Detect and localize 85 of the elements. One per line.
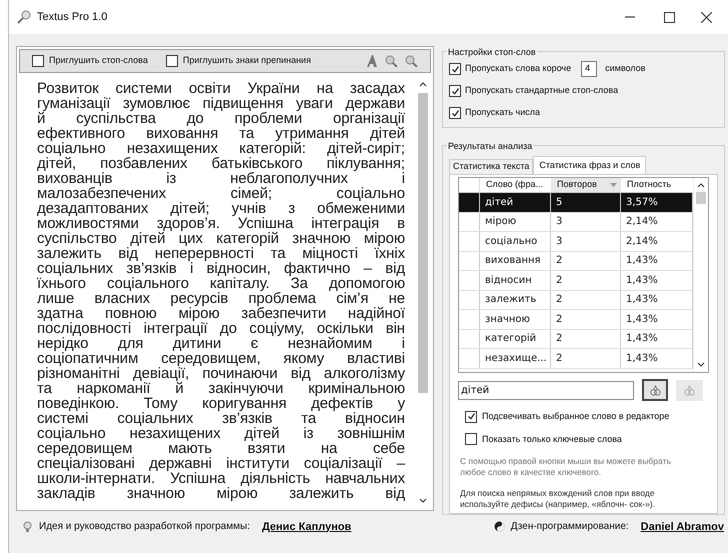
find-button[interactable] bbox=[642, 379, 668, 401]
scroll-up-icon[interactable] bbox=[696, 182, 704, 188]
credit-label: Идея и руководство разработкой программы: bbox=[39, 520, 250, 534]
checkbox[interactable] bbox=[32, 55, 44, 67]
tab[interactable]: Статистика текста bbox=[449, 159, 534, 174]
units-label: символов bbox=[605, 62, 646, 76]
maximize-icon[interactable] bbox=[664, 12, 675, 22]
table-cell: 1,43% bbox=[621, 349, 693, 368]
sort-arrow-icon bbox=[610, 183, 617, 187]
table-cell: 1,43% bbox=[621, 290, 693, 309]
checkbox[interactable] bbox=[465, 410, 477, 423]
table-row[interactable]: категорій 2 1,43% bbox=[459, 330, 693, 349]
scroll-thumb[interactable] bbox=[696, 192, 706, 204]
scroll-down-icon[interactable] bbox=[696, 362, 704, 368]
table-cell: дітей bbox=[480, 193, 551, 212]
table-row[interactable]: соціально 3 2,14% bbox=[459, 232, 693, 252]
table-row[interactable]: залежить 2 1,43% bbox=[459, 290, 693, 310]
rings-icon bbox=[648, 384, 662, 396]
table-cell: 1,43% bbox=[621, 252, 693, 270]
table-cell: 1,43% bbox=[621, 271, 693, 290]
table-cell: 3 bbox=[551, 212, 621, 231]
checkbox[interactable] bbox=[449, 85, 461, 97]
table-cell: відносин bbox=[480, 271, 551, 290]
table-cell: значною bbox=[480, 310, 551, 328]
hint-text: С помощью правой кнопки мыши вы можете выбрать любое слово в качестве ключевого. bbox=[459, 456, 672, 478]
checkbox-label[interactable]: Приглушить знаки препинания bbox=[182, 54, 311, 68]
close-icon[interactable] bbox=[701, 12, 712, 22]
author-link[interactable]: Денис Каплунов bbox=[262, 518, 352, 535]
checkbox-label[interactable]: Пропускать слова короче bbox=[465, 62, 572, 76]
zoom-out-icon[interactable] bbox=[404, 55, 418, 67]
checkbox-label[interactable]: Пропускать стандартные стоп-слова bbox=[465, 84, 618, 98]
table-cell: соціально bbox=[480, 232, 551, 250]
checkbox-label[interactable]: Приглушить стоп-слова bbox=[49, 54, 148, 68]
table-row[interactable]: відносин 2 1,43% bbox=[459, 271, 693, 290]
checkbox[interactable] bbox=[449, 63, 461, 75]
checkbox-label[interactable]: Показать только ключевые слова bbox=[482, 432, 622, 446]
checkbox-label[interactable]: Подсвечивать выбранное слово в редакторе bbox=[482, 410, 670, 424]
number-field[interactable]: 4 bbox=[581, 61, 598, 77]
table-row[interactable]: дітей 5 3,57% bbox=[459, 193, 693, 212]
table-row[interactable]: незахище... 2 1,43% bbox=[459, 349, 693, 368]
table-cell: 2 bbox=[551, 290, 621, 309]
window-title: Textus Pro 1.0 bbox=[37, 10, 108, 25]
table-cell: залежить bbox=[480, 290, 551, 309]
checkbox[interactable] bbox=[449, 107, 461, 119]
editor-text[interactable]: Розвиток системи освіти України на засадах гуманізації зумовлює підвищення уваги держави й суспільства до проблеми організації ефективного виховання та утримання дітей соціально незахищених категорій: дітей-сиріт; дітей, позбавлених батьківського піклування; вихованців із неблагополучних і малозабезпечених сімей; соціально дезадаптованих дітей; учнів з обмеженими можливостями здоров’я. Успішна інтеграція в суспільство дітей цих категорій значною мірою залежить від неперервності та міцності їхніх соціальних зв’язків і відносин, фактично – від їхнього соціального капіталу. За допомогою лише власних ресурсів проблема сім’я не здатна повною мірою забезпечити надійної послідовності інтеграції до соціуму, оскільки він нерідко для дитини є незнайомим і соціопатичним середовищем, якому властиві різноманітні девіації, починаючи від алкоголізму та наркоманії й закінчуючи кримінальною поведінкою. Тому коригування дефектів у системі соціальних зв’язків та відносин соціально незахищених дітей із зовнішнім середовищем мають взяти на себе спеціалізовані державні інститути соціалізації – школи-інтернати. Успішна діяльність навчальних закладів значною мірою залежить від bbox=[37, 81, 405, 508]
zoom-in-icon[interactable] bbox=[384, 55, 398, 67]
search-field[interactable]: дітей bbox=[458, 380, 634, 400]
checkbox[interactable] bbox=[166, 55, 178, 67]
checkbox[interactable] bbox=[465, 433, 477, 446]
table-cell: 2,14% bbox=[621, 212, 693, 231]
table-cell: незахище... bbox=[480, 349, 551, 368]
table-cell: 2 bbox=[551, 330, 621, 348]
font-icon[interactable] bbox=[366, 55, 378, 67]
table-row[interactable]: значною 2 1,43% bbox=[459, 310, 693, 330]
table-cell: 3,57% bbox=[621, 193, 693, 212]
table-cell: 2 bbox=[551, 349, 621, 368]
rings-icon bbox=[683, 384, 696, 396]
table-cell: виховання bbox=[480, 252, 551, 270]
scroll-down-icon[interactable] bbox=[418, 498, 426, 504]
lightbulb-icon bbox=[22, 521, 33, 532]
table-cell: 3 bbox=[551, 232, 621, 250]
table-cell: мірою bbox=[480, 212, 551, 231]
credit-label: Дзен-программирование: bbox=[510, 520, 629, 534]
table-cell: 2 bbox=[551, 310, 621, 328]
table-cell: 1,43% bbox=[621, 310, 693, 328]
author-link[interactable]: Daniel Abramov bbox=[640, 518, 724, 535]
tab[interactable]: Статистика фраз и слов bbox=[533, 156, 646, 174]
yin-yang-icon bbox=[494, 521, 505, 532]
hint-text: Для поиска непрямых вхождений слов при вводе используйте дефисы (например, «яблочн- сок-»). bbox=[459, 488, 656, 510]
group-title: Настройки стоп-слов bbox=[447, 46, 537, 60]
table-cell: 2 bbox=[551, 271, 621, 290]
table-cell: 2 bbox=[551, 252, 621, 270]
table-row[interactable]: виховання 2 1,43% bbox=[459, 252, 693, 271]
magnifier-icon bbox=[17, 10, 31, 24]
table-cell: 5 bbox=[551, 193, 621, 212]
table-row[interactable]: мірою 3 2,14% bbox=[459, 212, 693, 232]
column-header[interactable]: Повторов bbox=[551, 178, 621, 192]
checkbox-label[interactable]: Пропускать числа bbox=[465, 106, 540, 120]
scroll-up-icon[interactable] bbox=[418, 81, 426, 87]
table-cell: 2,14% bbox=[621, 232, 693, 250]
scroll-thumb[interactable] bbox=[418, 93, 428, 393]
table-cell: 1,43% bbox=[621, 330, 693, 348]
group-title: Результаты анализа bbox=[447, 140, 534, 154]
scrollbar[interactable] bbox=[693, 178, 707, 372]
table-cell: категорій bbox=[480, 330, 551, 348]
